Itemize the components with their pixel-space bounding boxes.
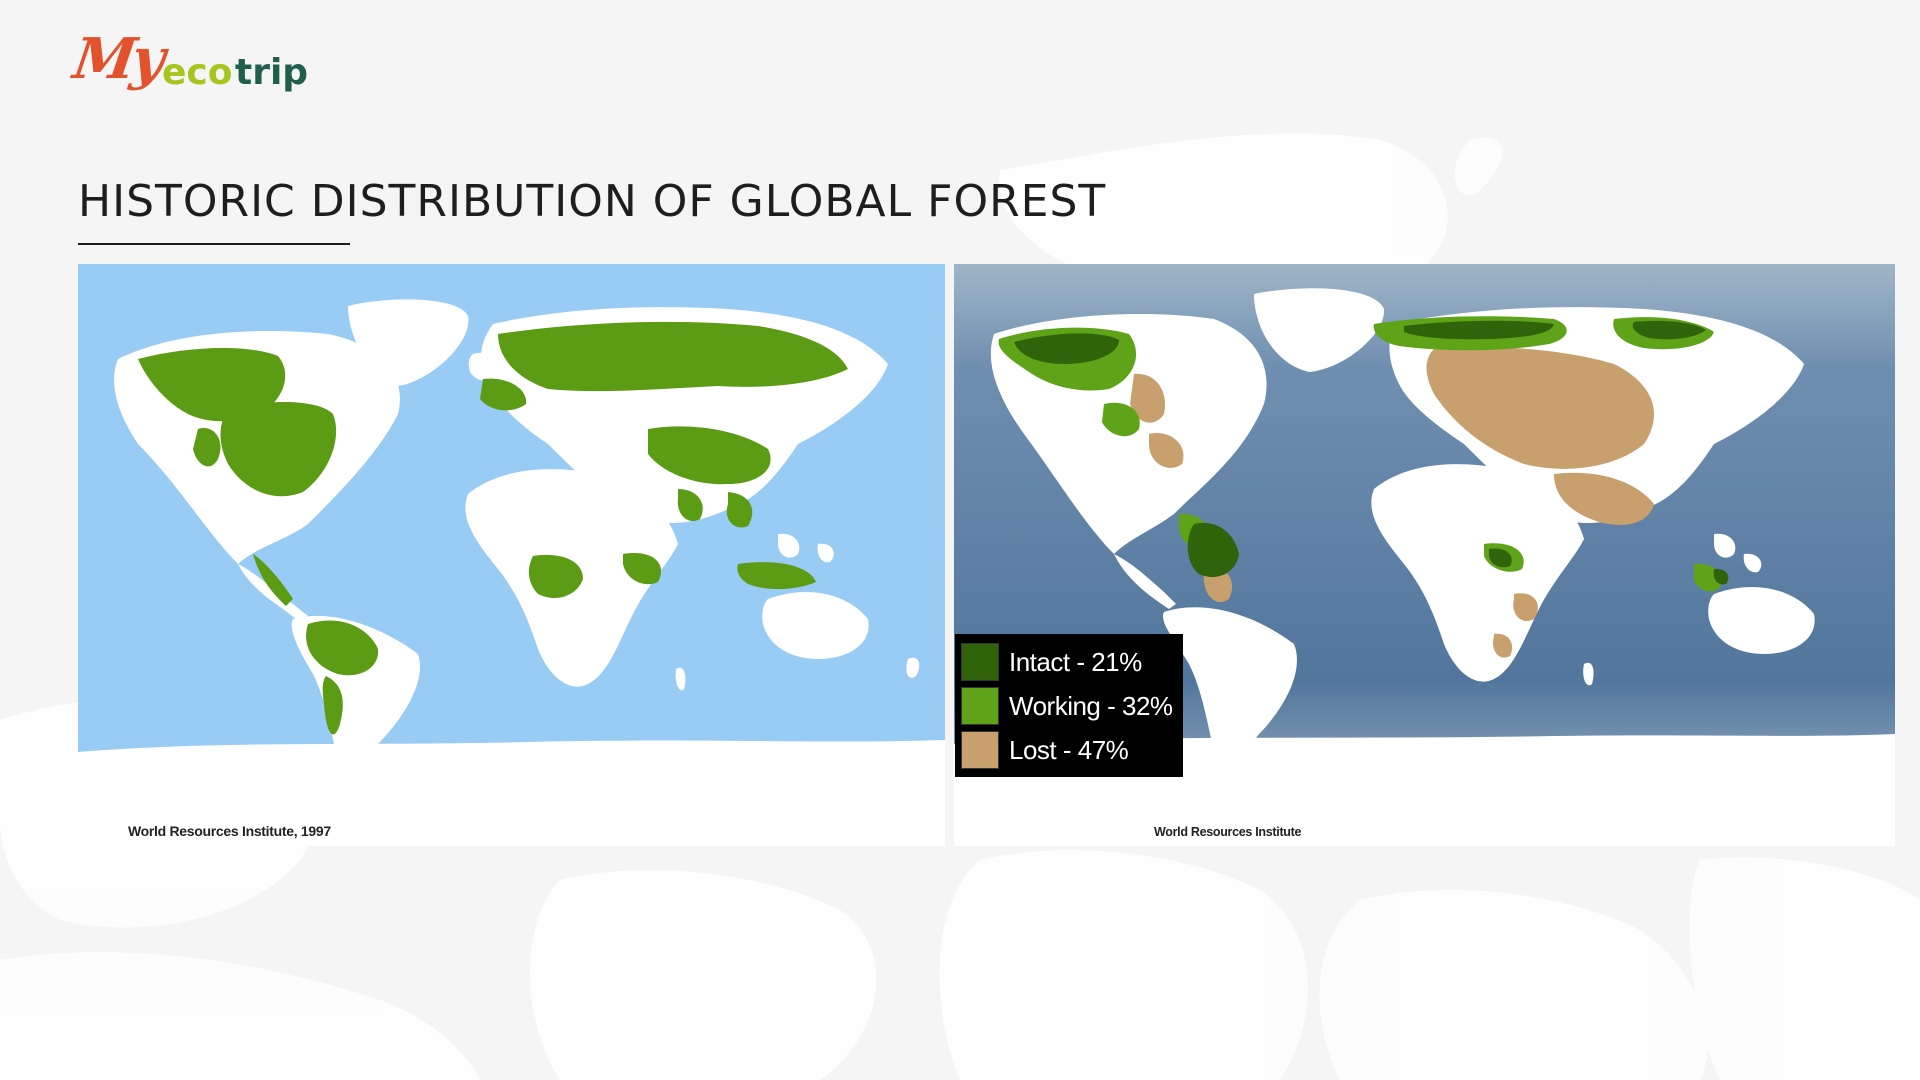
historic-forest-map (78, 264, 945, 796)
legend-swatch-working (961, 687, 999, 725)
legend-swatch-lost (961, 731, 999, 769)
legend-label-intact: Intact - 21% (1009, 646, 1142, 677)
current-forest-status-map-panel: Intact - 21% Working - 32% Lost - 47% Wo… (954, 264, 1895, 846)
myecotrip-logo[interactable]: My eco trip (69, 24, 334, 114)
right-map-source-caption: World Resources Institute (1154, 825, 1302, 839)
legend-item-intact: Intact - 21% (955, 640, 1183, 684)
legend-item-working: Working - 32% (955, 684, 1183, 728)
legend-label-lost: Lost - 47% (1009, 734, 1129, 765)
logo-eco: eco (162, 52, 233, 93)
legend-label-working: Working - 32% (1009, 690, 1173, 721)
legend-item-lost: Lost - 47% (955, 728, 1183, 772)
historic-forest-map-panel: World Resources Institute, 1997 (78, 264, 945, 846)
logo-trip: trip (235, 52, 309, 93)
slide-title: HISTORIC DISTRIBUTION OF GLOBAL FOREST (78, 176, 1107, 227)
logo-my: My (69, 26, 166, 92)
forest-status-legend: Intact - 21% Working - 32% Lost - 47% (955, 634, 1183, 777)
left-map-source-caption: World Resources Institute, 1997 (128, 823, 331, 839)
legend-swatch-intact (961, 643, 999, 681)
title-underline (78, 243, 350, 245)
